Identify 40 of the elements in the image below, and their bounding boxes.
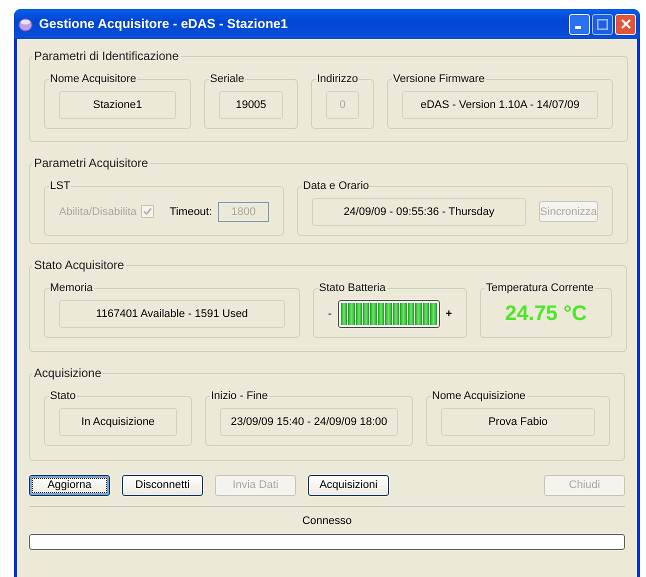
status-text: Connesso	[301, 514, 353, 529]
group-title: Stato Batteria	[318, 281, 387, 296]
check-icon	[142, 207, 152, 216]
text-field[interactable]: Stazione1	[59, 90, 176, 119]
section-title: Parametri di Identificazione	[33, 48, 180, 65]
section-title: Acquisizione	[33, 365, 102, 382]
text-field[interactable]: 1167401 Available - 1591 Used	[59, 300, 285, 328]
section-title: Stato Acquisitore	[33, 257, 126, 274]
text-field[interactable]: eDAS - Version 1.10A - 14/07/09	[402, 90, 598, 119]
group-title: Data e Orario	[302, 179, 370, 194]
action-button[interactable]: Aggiorna	[29, 475, 110, 496]
group-title: LST	[49, 179, 72, 194]
minus-sign: -	[328, 306, 332, 322]
action-button[interactable]: Acquisizioni	[308, 475, 389, 496]
minimize-icon	[575, 26, 581, 28]
text-field[interactable]: 19005	[219, 90, 283, 119]
group-title: Seriale	[209, 72, 246, 87]
group-title: Stato	[49, 389, 77, 404]
close-icon	[620, 19, 630, 29]
timeout-label: Timeout:	[170, 204, 212, 220]
temperature-reading: 24.75 °C	[504, 301, 588, 327]
text-field[interactable]: In Acquisizione	[59, 408, 177, 436]
group-title: Nome Acquisitore	[49, 72, 138, 87]
text-field[interactable]: 23/09/09 15:40 - 24/09/09 18:00	[220, 408, 398, 436]
minimize-button[interactable]	[569, 14, 590, 34]
maximize-icon	[597, 18, 608, 30]
group-title: Indirizzo	[316, 72, 359, 87]
text-field[interactable]: 24/09/09 - 09:55:36 - Thursday	[312, 198, 526, 226]
group-title: Inizio - Fine	[210, 389, 269, 404]
group-title: Memoria	[49, 281, 94, 296]
section-title: Parametri Acquisitore	[33, 155, 150, 172]
group-title: Temperatura Corrente	[485, 281, 595, 296]
close-button[interactable]	[615, 14, 636, 34]
app-icon	[18, 16, 33, 32]
action-button[interactable]: Disconnetti	[122, 475, 203, 496]
group-title: Nome Acquisizione	[431, 389, 527, 404]
group-title: Versione Firmware	[392, 72, 486, 87]
text-field[interactable]: Prova Fabio	[441, 408, 595, 436]
window-title: Gestione Acquisitore - eDAS - Stazione1	[39, 15, 289, 34]
plus-sign: +	[446, 306, 452, 322]
